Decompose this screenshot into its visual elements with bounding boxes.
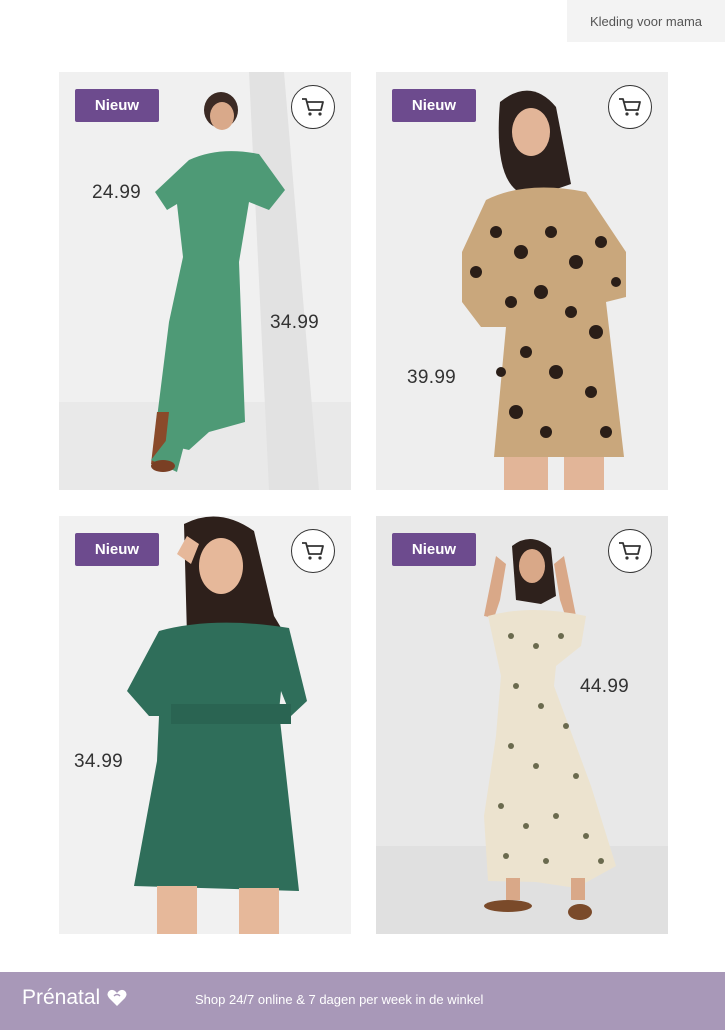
new-badge: Nieuw: [75, 533, 159, 566]
product-card-4[interactable]: Nieuw 44.99: [376, 516, 668, 934]
add-to-cart-button[interactable]: [291, 85, 335, 129]
product-image-3: [59, 516, 351, 934]
add-to-cart-button[interactable]: [291, 529, 335, 573]
product-card-3[interactable]: Nieuw 34.99: [59, 516, 351, 934]
new-badge-label: Nieuw: [411, 541, 457, 558]
footer-tagline: Shop 24/7 online & 7 dagen per week in d…: [195, 992, 484, 1007]
add-to-cart-button[interactable]: [608, 529, 652, 573]
product-card-1[interactable]: Nieuw 24.99 34.99: [59, 72, 351, 490]
product-image-1: [59, 72, 351, 490]
shopping-cart-icon: [302, 98, 324, 116]
price-label: 34.99: [74, 751, 124, 772]
shopping-cart-icon: [619, 542, 641, 560]
new-badge-label: Nieuw: [94, 97, 140, 114]
price-label: 34.99: [270, 312, 320, 333]
new-badge-label: Nieuw: [411, 97, 457, 114]
add-to-cart-button[interactable]: [608, 85, 652, 129]
product-image-4: [376, 516, 668, 934]
brand-logo[interactable]: Prénatal: [22, 986, 128, 1010]
product-card-2[interactable]: Nieuw 39.99: [376, 72, 668, 490]
new-badge-label: Nieuw: [94, 541, 140, 558]
product-image-2: [376, 72, 668, 490]
new-badge: Nieuw: [392, 89, 476, 122]
shopping-cart-icon: [619, 98, 641, 116]
brand-name: Prénatal: [22, 986, 101, 1009]
category-tab[interactable]: Kleding voor mama: [567, 0, 725, 42]
heart-icon: [107, 989, 127, 1006]
footer-bar: Prénatal Shop 24/7 online & 7 dagen per …: [0, 972, 725, 1030]
price-label: 39.99: [407, 367, 457, 388]
new-badge: Nieuw: [75, 89, 159, 122]
new-badge: Nieuw: [392, 533, 476, 566]
price-label: 24.99: [92, 182, 142, 203]
price-label: 44.99: [580, 676, 630, 697]
category-tab-label: Kleding voor mama: [590, 13, 702, 29]
shopping-cart-icon: [302, 542, 324, 560]
